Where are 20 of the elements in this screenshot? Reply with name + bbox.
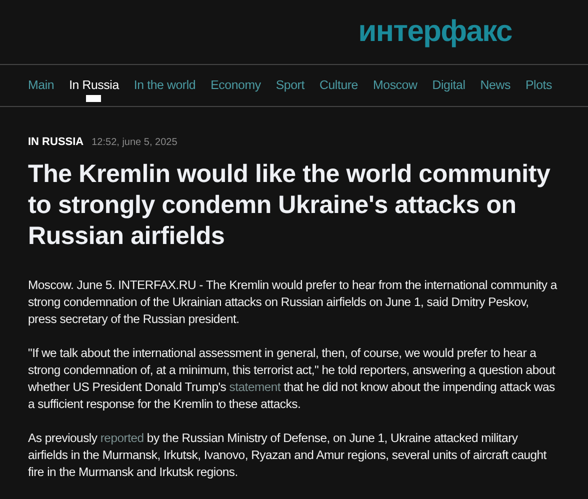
section-label: IN RUSSIA xyxy=(28,135,84,150)
paragraph: Moscow. June 5. INTERFAX.RU - The Kremlin would prefer to hear from the international community a strong condemnation of the Ukrainian attacks on Russian airfields on June 1, said Dmitry Peskov, press secretary of the Russian president. xyxy=(28,276,558,328)
nav-link[interactable]: News xyxy=(480,76,510,95)
headline: The Kremlin would like the world community to strongly condemn Ukraine's attacks on Russian airfields xyxy=(28,158,552,252)
nav-link[interactable]: Moscow xyxy=(373,76,418,95)
nav-link[interactable]: Economy xyxy=(210,76,261,95)
logo[interactable]: интерфакс xyxy=(358,17,512,47)
inline-link[interactable]: statement xyxy=(229,380,281,394)
active-indicator xyxy=(86,95,102,102)
nav-link[interactable]: In Russia xyxy=(69,76,119,95)
nav-link[interactable]: Culture xyxy=(319,76,358,95)
nav-link[interactable]: Main xyxy=(28,76,54,95)
nav-link[interactable]: Digital xyxy=(432,76,466,95)
nav-link[interactable]: Sport xyxy=(276,76,304,95)
paragraph: "If we talk about the international assessment in general, then, of course, we would prefer to hear a strong condemnation of, at a minimum, this terrorist act," he told reporters, answering a question about whether US President Donald Trump's statement that he did not know about the impending attack was a sufficient response for the Kremlin to these attacks. xyxy=(28,344,556,412)
publish-time: 12:52, june 5, 2025 xyxy=(92,136,178,150)
inline-link[interactable]: reported xyxy=(100,430,144,444)
paragraph: As previously reported by the Russian Ministry of Defense, on June 1, Ukraine attacked military airfields in the Murmansk, Irkutsk, Ivanovo, Ryazan and Amur regions, several units of aircraft caught fire in the Murmansk and Irkutsk regions. xyxy=(28,430,548,480)
nav-link[interactable]: Plots xyxy=(525,76,552,95)
nav-link[interactable]: In the world xyxy=(134,76,196,95)
